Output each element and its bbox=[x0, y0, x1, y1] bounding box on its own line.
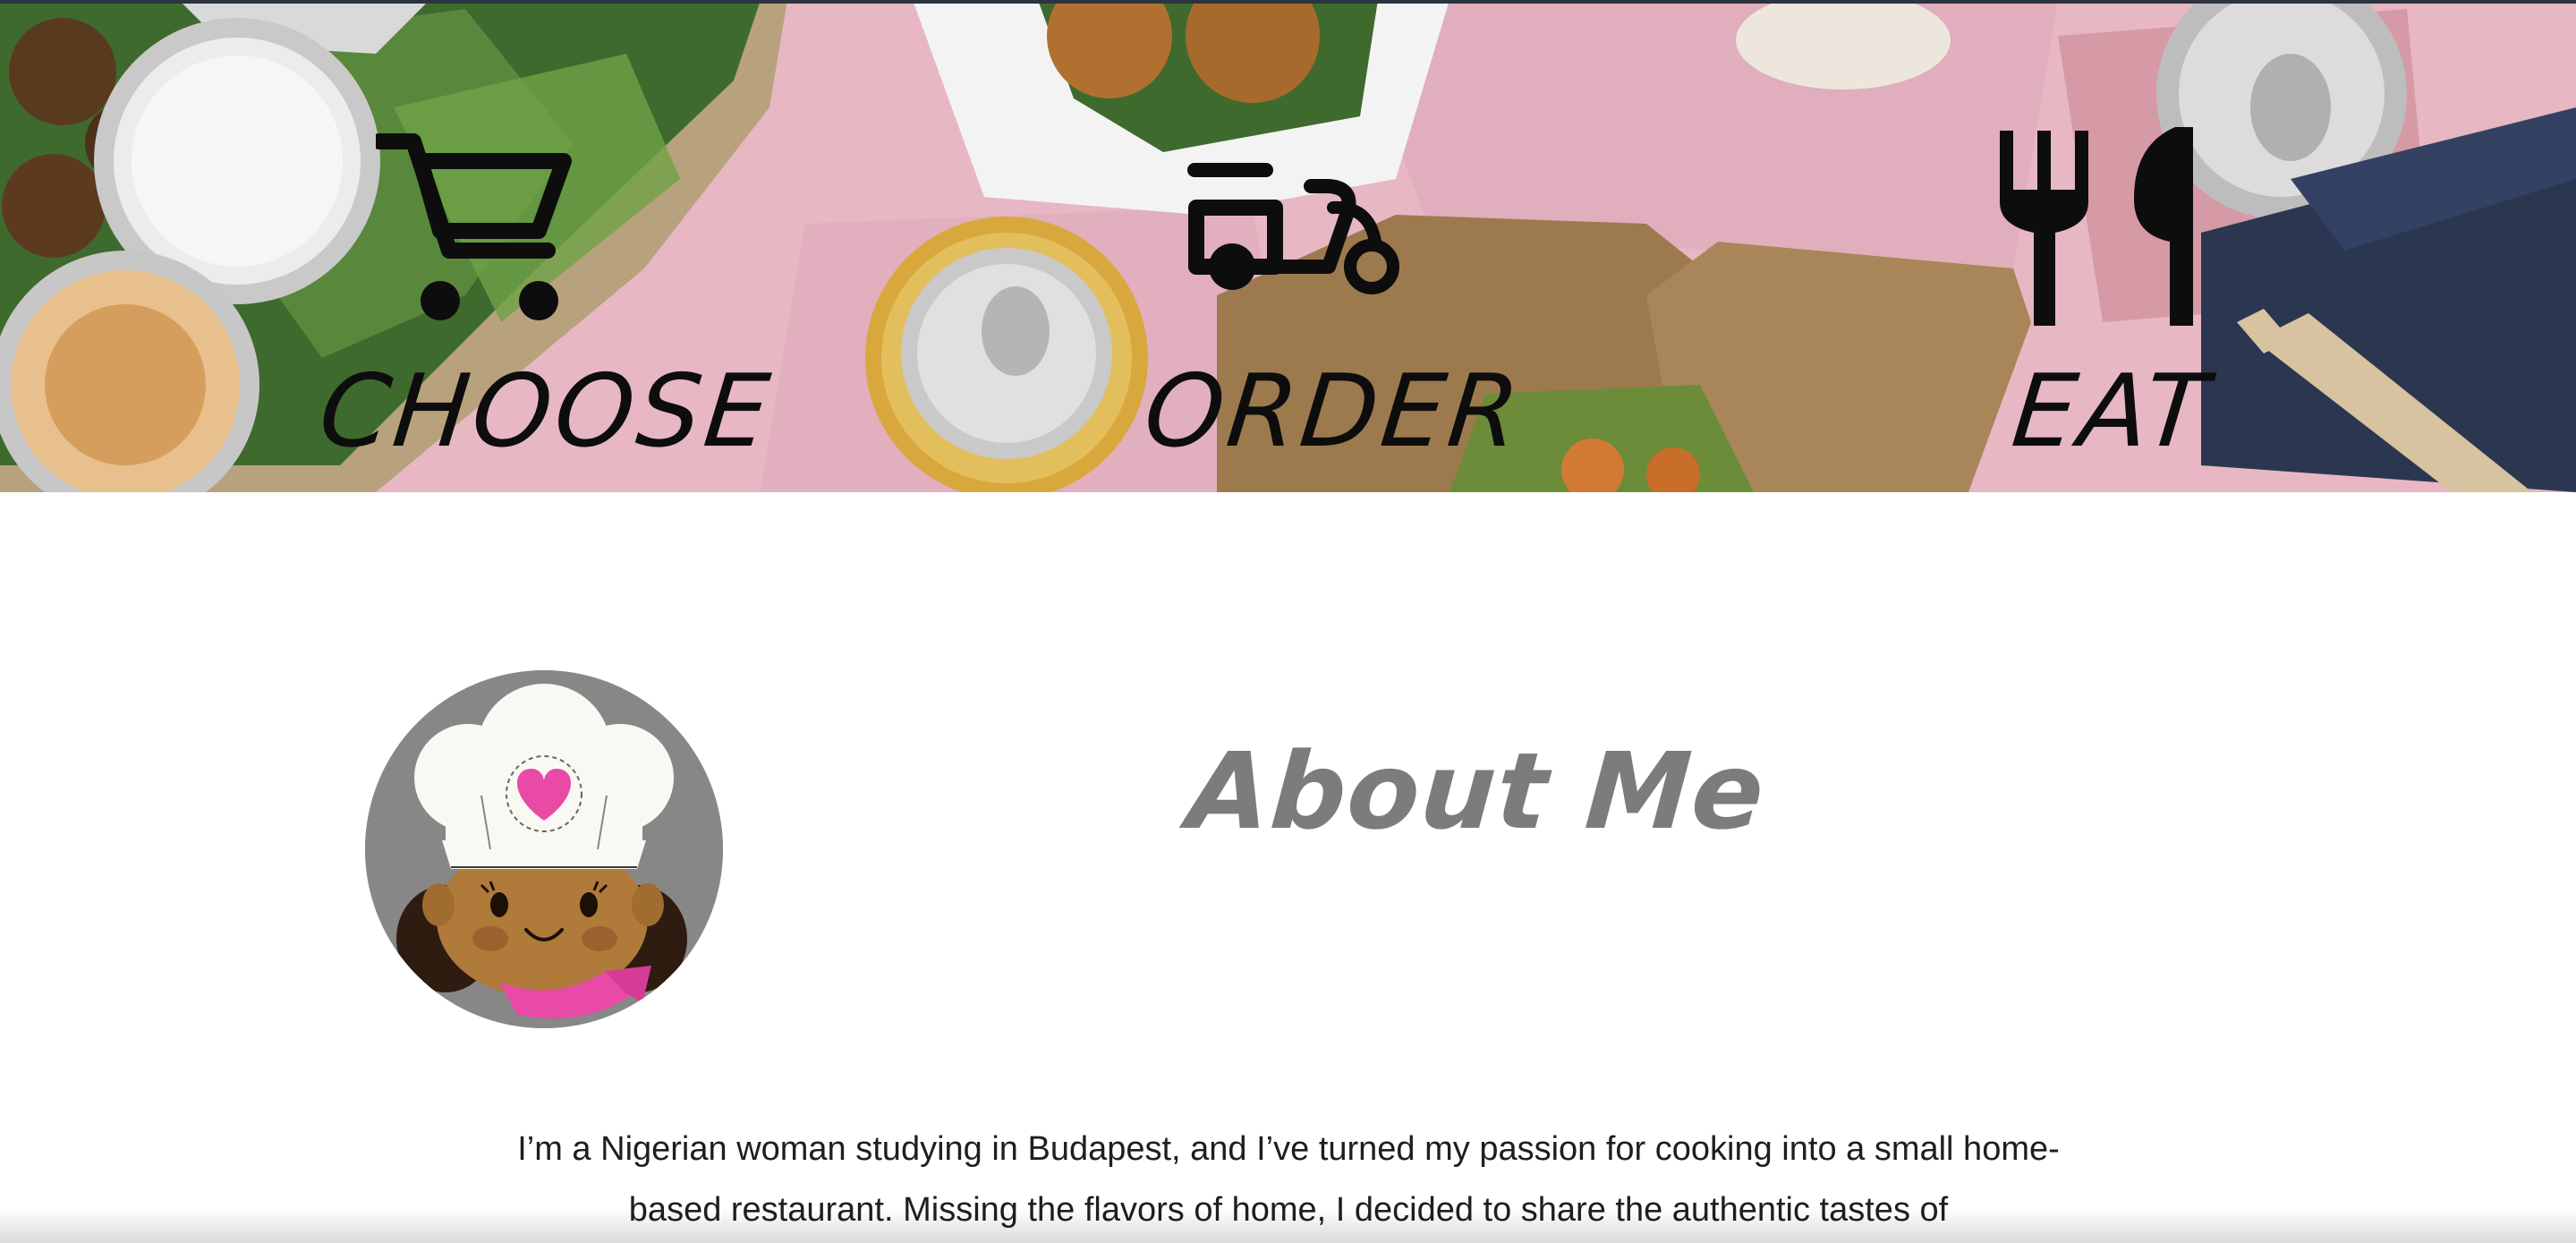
chef-avatar bbox=[365, 670, 723, 1028]
page: CHOOSE ORDER EAT About Me I’m a Nigerian… bbox=[0, 0, 2576, 1243]
fork-knife-icon bbox=[2000, 127, 2193, 326]
step-order: ORDER bbox=[1136, 0, 1528, 492]
step-choose: CHOOSE bbox=[313, 0, 778, 492]
hero-banner: CHOOSE ORDER EAT bbox=[0, 0, 2576, 492]
chef-girl-avatar-icon bbox=[365, 670, 723, 1028]
step-label-choose: CHOOSE bbox=[314, 353, 778, 470]
delivery-scooter-icon bbox=[1187, 163, 1399, 294]
shopping-cart-icon bbox=[376, 133, 572, 320]
about-section: About Me I’m a Nigerian woman studying i… bbox=[0, 492, 2576, 1243]
about-title: About Me bbox=[1184, 729, 1769, 853]
about-paragraph: I’m a Nigerian woman studying in Budapes… bbox=[517, 1130, 2060, 1229]
step-label-eat: EAT bbox=[2007, 353, 2216, 470]
step-eat: EAT bbox=[1986, 0, 2255, 492]
step-label-order: ORDER bbox=[1139, 353, 1528, 470]
